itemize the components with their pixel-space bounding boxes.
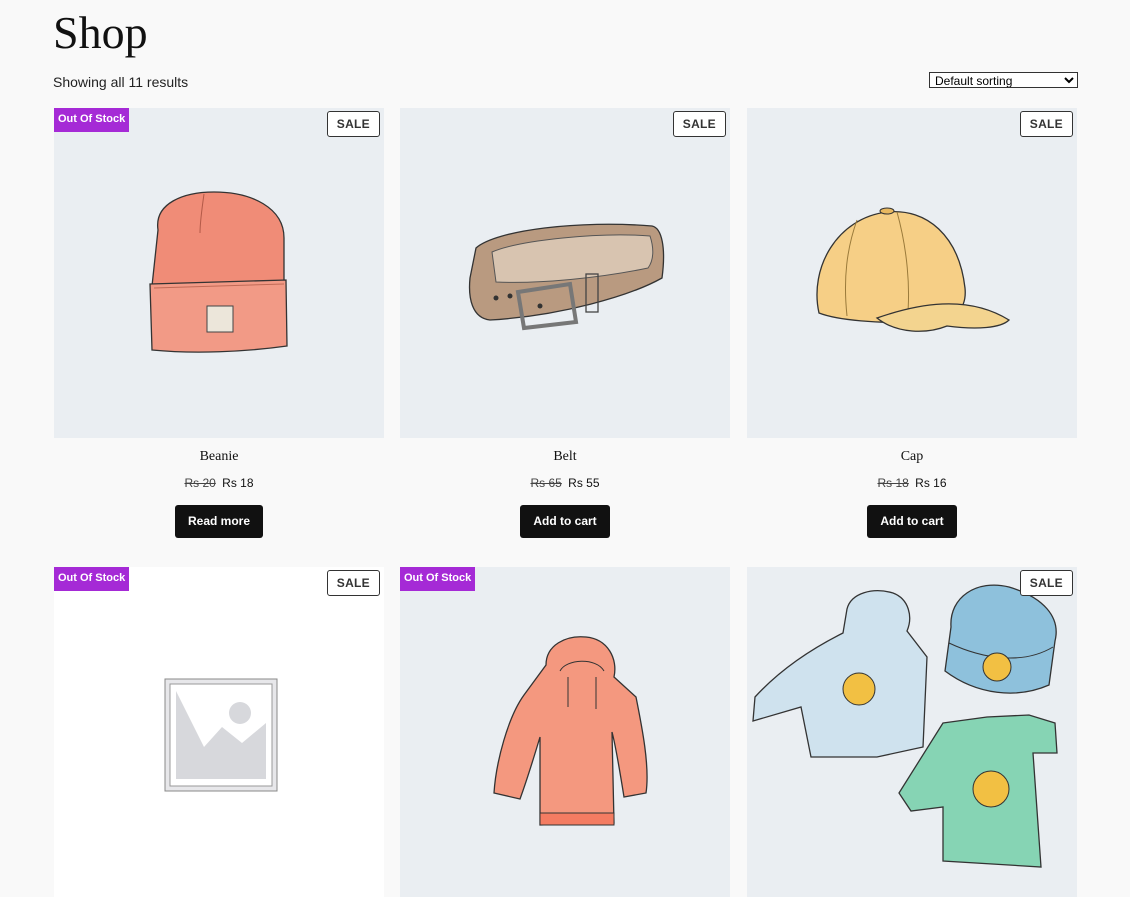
sale-badge: SALE: [326, 570, 380, 596]
product-name[interactable]: Beanie: [54, 449, 384, 465]
page-title: Shop: [53, 7, 148, 58]
hoodie-image: [493, 636, 648, 826]
product-image-hoodie[interactable]: Out Of Stock: [400, 567, 730, 897]
read-more-button[interactable]: Read more: [174, 505, 264, 538]
product-image-beanie[interactable]: Out Of Stock SALE: [54, 108, 384, 438]
sale-price: Rs 55: [568, 476, 600, 490]
sale-price: Rs 16: [915, 476, 947, 490]
sale-price: Rs 18: [222, 476, 254, 490]
product-card-cap: SALE Cap Rs 18 Rs 16 Add to cart: [747, 108, 1077, 538]
product-name[interactable]: Belt: [400, 449, 730, 465]
product-price: Rs 65 Rs 55: [400, 475, 730, 491]
add-to-cart-button[interactable]: Add to cart: [867, 505, 957, 538]
beanie-image: [149, 191, 288, 353]
regular-price: Rs 20: [184, 476, 216, 490]
product-image-placeholder[interactable]: Out Of Stock SALE: [54, 567, 384, 897]
sale-badge: SALE: [1019, 570, 1073, 596]
sale-badge: SALE: [672, 111, 726, 137]
product-price: Rs 18 Rs 16: [747, 475, 1077, 491]
regular-price: Rs 65: [530, 476, 562, 490]
out-of-stock-badge: Out Of Stock: [54, 108, 130, 132]
belt-image: [468, 223, 665, 331]
regular-price: Rs 18: [877, 476, 909, 490]
result-count: Showing all 11 results: [53, 74, 189, 90]
product-card-logo-collection: SALE: [747, 567, 1077, 897]
product-price: Rs 20 Rs 18: [54, 475, 384, 491]
out-of-stock-badge: Out Of Stock: [54, 567, 130, 591]
logo-collection-image: [752, 584, 1058, 868]
product-name[interactable]: Cap: [747, 449, 1077, 465]
image-placeholder-icon: [164, 678, 278, 792]
product-card-belt: SALE Belt Rs 65 Rs 55 Add to cart: [400, 108, 730, 538]
cap-image: [816, 207, 1011, 332]
product-card-beanie: Out Of Stock SALE Beanie Rs 20 Rs 18 Rea…: [54, 108, 384, 538]
sale-badge: SALE: [1019, 111, 1073, 137]
product-card-hoodie: Out Of Stock: [400, 567, 730, 897]
sort-dropdown[interactable]: Default sorting: [929, 72, 1078, 88]
product-image-cap[interactable]: SALE: [747, 108, 1077, 438]
product-image-belt[interactable]: SALE: [400, 108, 730, 438]
product-card-placeholder: Out Of Stock SALE: [54, 567, 384, 897]
add-to-cart-button[interactable]: Add to cart: [520, 505, 610, 538]
product-image-logo-collection[interactable]: SALE: [747, 567, 1077, 897]
sale-badge: SALE: [326, 111, 380, 137]
out-of-stock-badge: Out Of Stock: [400, 567, 476, 591]
